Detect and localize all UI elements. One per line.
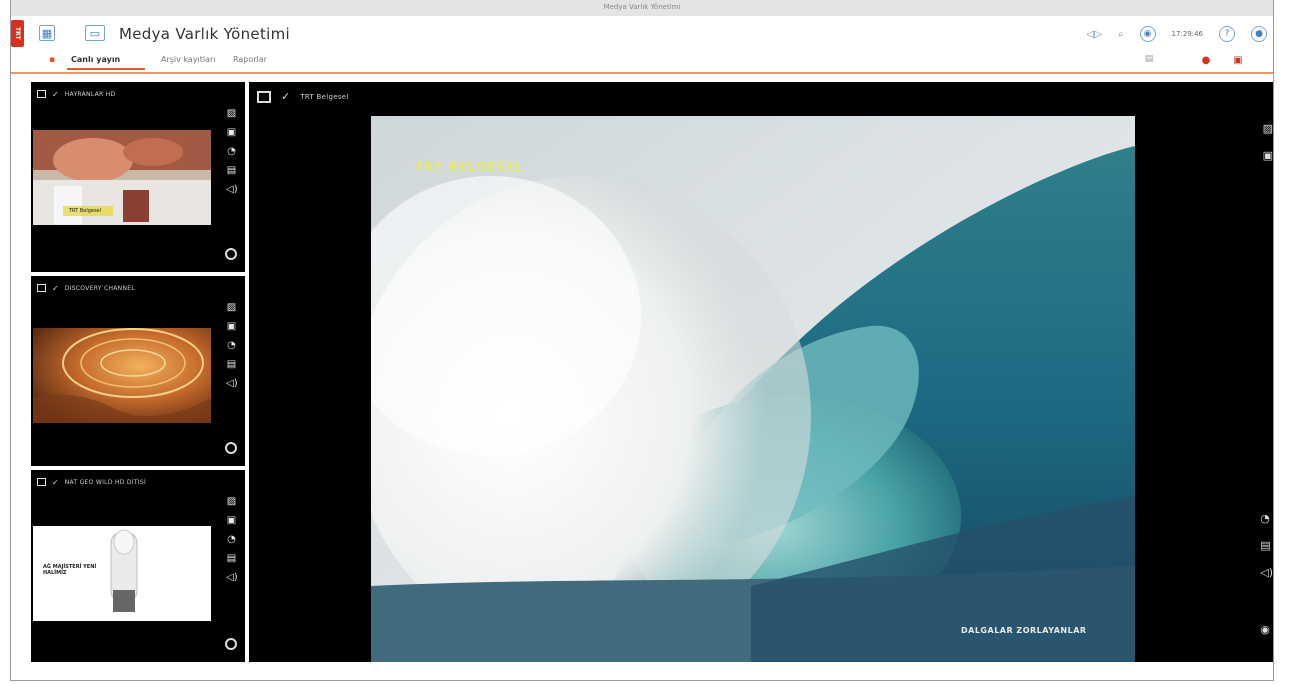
camera-icon[interactable]: ▣ bbox=[1229, 54, 1247, 66]
channel-name: NAT GEO WILD HD DİTİSİ bbox=[64, 478, 147, 486]
record-button[interactable]: ◉ bbox=[1260, 623, 1273, 636]
clock: 17:29:46 bbox=[1171, 30, 1203, 38]
window-title: Medya Varlık Yönetimi bbox=[603, 3, 681, 11]
checkmark-icon: ✓ bbox=[52, 477, 59, 487]
video-frame[interactable]: TRT BELGESEL DALGALAR ZORLAYANLAR bbox=[371, 116, 1135, 662]
tab-bar: ▪ Canlı yayın Arşiv kayıtları Raporlar ▤… bbox=[11, 50, 1273, 74]
window-titlebar: Medya Varlık Yönetimi bbox=[11, 0, 1273, 17]
channel-watermark: TRT BELGESEL bbox=[415, 160, 524, 174]
channel-thumbnail[interactable]: AĞ MAJİSTERİ YENİ HALİMİZ bbox=[33, 526, 211, 621]
app-window: Medya Varlık Yönetimi TRT ▦ ▭ Medya Varl… bbox=[10, 0, 1274, 681]
checkbox-icon[interactable] bbox=[257, 90, 271, 103]
search-icon[interactable]: ⌕ bbox=[1118, 29, 1124, 40]
tab-reports[interactable]: Raporlar bbox=[233, 55, 267, 64]
power-icon[interactable]: ● bbox=[1251, 26, 1267, 42]
volume-icon[interactable]: ◁) bbox=[226, 378, 238, 389]
channel-card[interactable]: ✓ HAYRANLAR HD TRT Belgesel ▨ ▣ ◔ ▤ ◁) bbox=[31, 82, 245, 275]
tab-archive[interactable]: Arşiv kayıtları bbox=[161, 55, 216, 64]
tab-live[interactable]: Canlı yayın bbox=[71, 55, 120, 64]
alert-icon[interactable]: ● bbox=[1199, 54, 1213, 66]
app-header: TRT ▦ ▭ Medya Varlık Yönetimi ◁▷ ⌕ ◉ 17:… bbox=[11, 16, 1273, 50]
checkmark-icon: ✓ bbox=[281, 90, 291, 103]
info-icon[interactable]: ▣ bbox=[226, 127, 237, 138]
header-actions: ◁▷ ⌕ ◉ 17:29:46 ? ● bbox=[1087, 24, 1267, 44]
tv-icon[interactable]: ▤ bbox=[226, 553, 237, 564]
channel-card[interactable]: ✓ NAT GEO WILD HD DİTİSİ AĞ MAJİSTERİ YE… bbox=[31, 470, 245, 662]
edit-icon[interactable]: ▨ bbox=[1263, 122, 1273, 135]
channel-thumbnail[interactable]: TRT Belgesel bbox=[33, 130, 211, 225]
main-content: ✓ HAYRANLAR HD TRT Belgesel ▨ ▣ ◔ ▤ ◁) ✓… bbox=[11, 74, 1273, 680]
checkmark-icon: ✓ bbox=[52, 89, 59, 99]
volume-icon[interactable]: ◁) bbox=[226, 184, 238, 195]
player-channel-name: TRT Belgesel bbox=[300, 92, 349, 101]
edit-icon[interactable]: ▨ bbox=[226, 302, 237, 313]
edit-icon[interactable]: ▨ bbox=[226, 108, 237, 119]
volume-icon[interactable]: ◁) bbox=[226, 572, 238, 583]
grid-icon[interactable]: ▦ bbox=[39, 25, 55, 41]
timer-icon[interactable]: ◔ bbox=[226, 340, 237, 351]
checkbox-icon[interactable] bbox=[37, 284, 46, 292]
record-icon[interactable]: ◉ bbox=[1139, 26, 1156, 42]
program-caption: DALGALAR ZORLAYANLAR bbox=[961, 626, 1087, 635]
info-icon[interactable]: ▣ bbox=[226, 515, 237, 526]
active-tab-indicator bbox=[67, 68, 145, 70]
timer-icon[interactable]: ◔ bbox=[226, 534, 237, 545]
volume-icon[interactable]: ◁) bbox=[1260, 566, 1273, 579]
speaker-icon[interactable]: ◁▷ bbox=[1087, 29, 1102, 40]
channel-name: DISCOVERY CHANNEL bbox=[64, 284, 135, 292]
checkbox-icon[interactable] bbox=[37, 90, 46, 98]
edit-icon[interactable]: ▨ bbox=[226, 496, 237, 507]
checkbox-icon[interactable] bbox=[37, 478, 46, 486]
brand-logo: TRT bbox=[11, 20, 24, 47]
record-button[interactable] bbox=[225, 442, 237, 454]
calendar-icon[interactable]: ▤ bbox=[1143, 54, 1155, 64]
timer-icon[interactable]: ◔ bbox=[226, 146, 237, 157]
info-icon[interactable]: ▣ bbox=[226, 321, 237, 332]
checkmark-icon: ✓ bbox=[52, 283, 59, 293]
tv-icon[interactable]: ▤ bbox=[226, 359, 237, 370]
monitor-icon[interactable]: ▭ bbox=[85, 25, 105, 41]
channel-list: ✓ HAYRANLAR HD TRT Belgesel ▨ ▣ ◔ ▤ ◁) ✓… bbox=[31, 82, 247, 662]
thumbnail-caption: AĞ MAJİSTERİ YENİ HALİMİZ bbox=[43, 564, 97, 576]
tv-icon[interactable]: ▤ bbox=[226, 165, 237, 176]
timer-icon[interactable]: ◔ bbox=[1260, 512, 1273, 525]
record-button[interactable] bbox=[225, 248, 237, 260]
thumbnail-caption: TRT Belgesel bbox=[69, 208, 102, 214]
app-title: Medya Varlık Yönetimi bbox=[119, 25, 290, 43]
help-icon[interactable]: ? bbox=[1219, 26, 1235, 42]
record-button[interactable] bbox=[225, 638, 237, 650]
channel-thumbnail[interactable] bbox=[33, 328, 211, 423]
channel-card[interactable]: ✓ DISCOVERY CHANNEL ▨ ▣ ◔ ▤ ◁) bbox=[31, 276, 245, 469]
tv-icon[interactable]: ▤ bbox=[1260, 539, 1273, 552]
main-player: ✓ TRT Belgesel TRT BELGESEL DALGALAR ZOR… bbox=[249, 82, 1273, 662]
channel-name: HAYRANLAR HD bbox=[64, 90, 116, 98]
info-icon[interactable]: ▣ bbox=[1263, 149, 1273, 162]
menu-icon[interactable]: ▪ bbox=[47, 55, 57, 65]
